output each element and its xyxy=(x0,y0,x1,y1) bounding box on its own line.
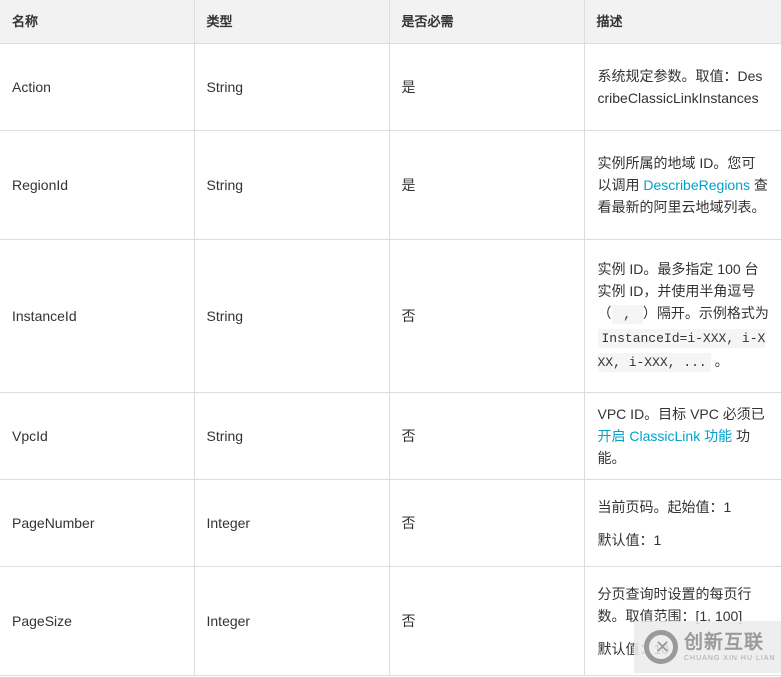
description-text: 。 xyxy=(710,353,729,369)
param-description: 系统规定参数。取值：DescribeClassicLinkInstances xyxy=(583,43,781,131)
table-header-row: 名称 类型 是否必需 描述 xyxy=(0,0,781,44)
describe-regions-link[interactable]: DescribeRegions xyxy=(643,177,750,193)
description-text: VPC ID。目标 VPC 必须已 xyxy=(597,406,765,422)
param-type: String xyxy=(193,392,390,480)
watermark-chinese: 创新互联 xyxy=(684,631,765,653)
param-description: 实例 ID。最多指定 100 台实例 ID，并使用半角逗号（ , ）隔开。示例格… xyxy=(583,239,781,393)
param-type: String xyxy=(193,239,390,393)
table-row: PageNumber Integer 否 当前页码。起始值：1 默认值：1 xyxy=(0,479,781,567)
param-description: 实例所属的地域 ID。您可以调用 DescribeRegions 查看最新的阿里… xyxy=(583,130,781,240)
parameters-table: 名称 类型 是否必需 描述 Action String 是 系统规定参数。取值：… xyxy=(0,0,781,676)
description-text: 系统规定参数。取值：DescribeClassicLinkInstances xyxy=(597,68,763,106)
param-required: 否 xyxy=(388,239,585,393)
watermark: 创新互联 CHUANG XIN HU LIAN xyxy=(634,621,781,673)
param-type: Integer xyxy=(193,566,390,676)
enable-classiclink-link[interactable]: 开启 ClassicLink 功能 xyxy=(598,428,733,444)
param-type: Integer xyxy=(193,479,390,567)
param-name: PageSize xyxy=(0,566,195,676)
param-required: 否 xyxy=(388,566,585,676)
table-row: InstanceId String 否 实例 ID。最多指定 100 台实例 I… xyxy=(0,239,781,393)
table-row: RegionId String 是 实例所属的地域 ID。您可以调用 Descr… xyxy=(0,130,781,240)
param-name: PageNumber xyxy=(0,479,195,567)
description-line: 当前页码。起始值：1 xyxy=(597,498,732,515)
header-description: 描述 xyxy=(583,0,781,44)
example-code: InstanceId=i-XXX, i-XXX, i-XXX, ... xyxy=(597,329,766,372)
param-name: RegionId xyxy=(0,130,195,240)
header-required: 是否必需 xyxy=(388,0,585,44)
param-required: 否 xyxy=(388,479,585,567)
param-name: VpcId xyxy=(0,392,195,480)
table-row: VpcId String 否 VPC ID。目标 VPC 必须已开启 Class… xyxy=(0,392,781,480)
header-name: 名称 xyxy=(0,0,195,44)
watermark-logo-icon xyxy=(644,630,678,664)
header-type: 类型 xyxy=(193,0,390,44)
param-required: 是 xyxy=(388,43,585,131)
param-type: String xyxy=(193,43,390,131)
watermark-pinyin: CHUANG XIN HU LIAN xyxy=(684,654,776,662)
param-name: Action xyxy=(0,43,195,131)
param-required: 是 xyxy=(388,130,585,240)
comma-code: , xyxy=(611,305,643,324)
description-text: ）隔开。示例格式为 xyxy=(642,305,769,321)
table-row: Action String 是 系统规定参数。取值：DescribeClassi… xyxy=(0,43,781,131)
param-description: 当前页码。起始值：1 默认值：1 xyxy=(583,479,781,567)
watermark-text: 创新互联 CHUANG XIN HU LIAN xyxy=(684,632,776,663)
param-required: 否 xyxy=(388,392,585,480)
param-description: VPC ID。目标 VPC 必须已开启 ClassicLink 功能 功能。 xyxy=(583,392,781,480)
param-name: InstanceId xyxy=(0,239,195,393)
default-value-line: 默认值：1 xyxy=(597,531,662,548)
param-type: String xyxy=(193,130,390,240)
description-line: 分页查询时设置的每页行数。取值范围：[1, 100] xyxy=(597,585,752,624)
